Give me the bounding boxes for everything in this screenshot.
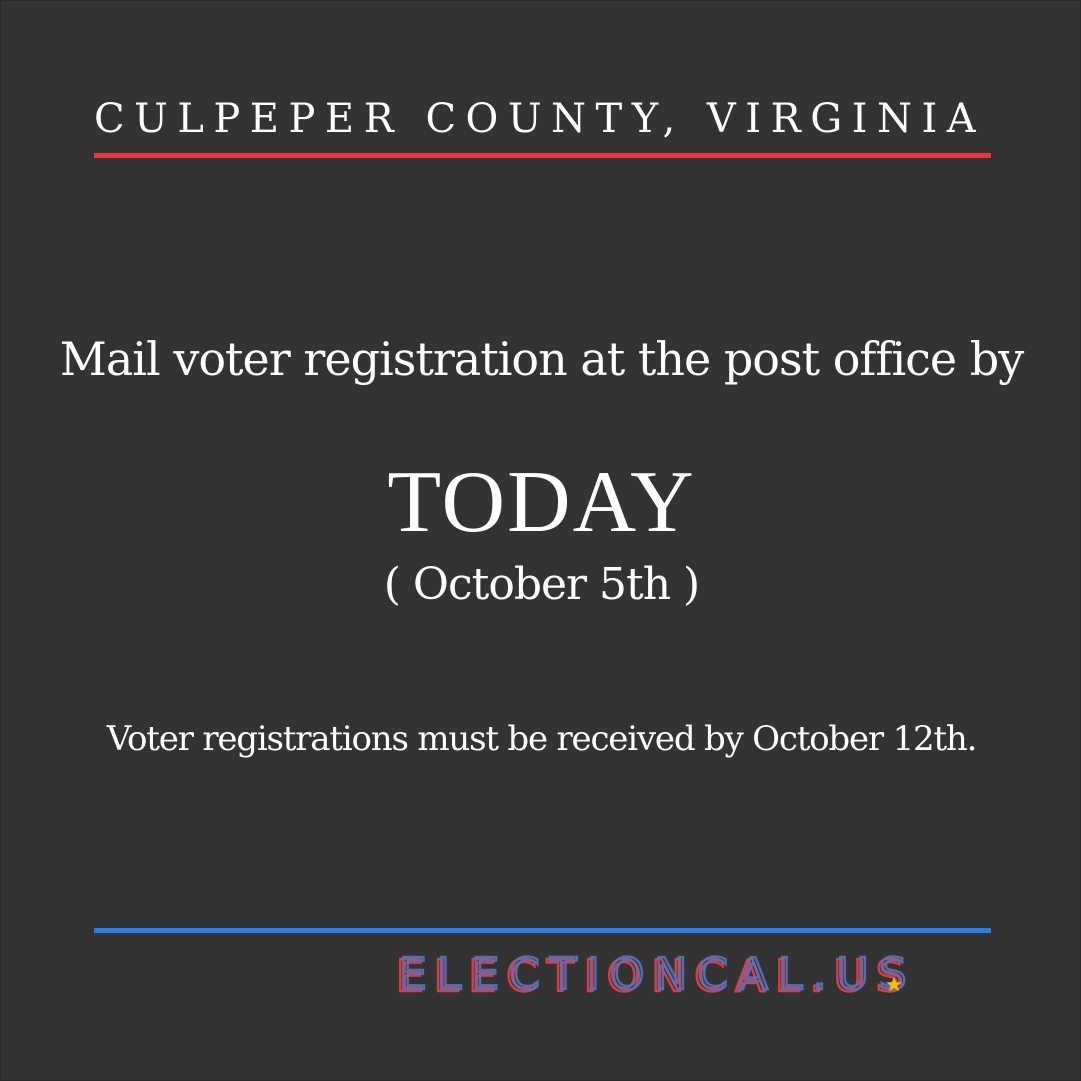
headline: Mail voter registration at the post offi… bbox=[59, 332, 1024, 386]
footer-divider bbox=[94, 928, 991, 933]
county-title: CULPEPER COUNTY, VIRGINIA bbox=[94, 96, 986, 142]
graphic-canvas: CULPEPER COUNTY, VIRGINIA Mail voter reg… bbox=[0, 0, 1081, 1081]
electioncal-logo: ELECTIONCAL.US ELECTIONCAL.US bbox=[396, 949, 917, 999]
received-by-note: Voter registrations must be received by … bbox=[106, 719, 978, 759]
header-divider bbox=[94, 153, 991, 158]
electioncal-logo-text-offset: ELECTIONCAL.US bbox=[399, 949, 917, 999]
deadline-date: ( October 5th ) bbox=[383, 559, 700, 610]
deadline-label: TODAY bbox=[387, 454, 696, 551]
